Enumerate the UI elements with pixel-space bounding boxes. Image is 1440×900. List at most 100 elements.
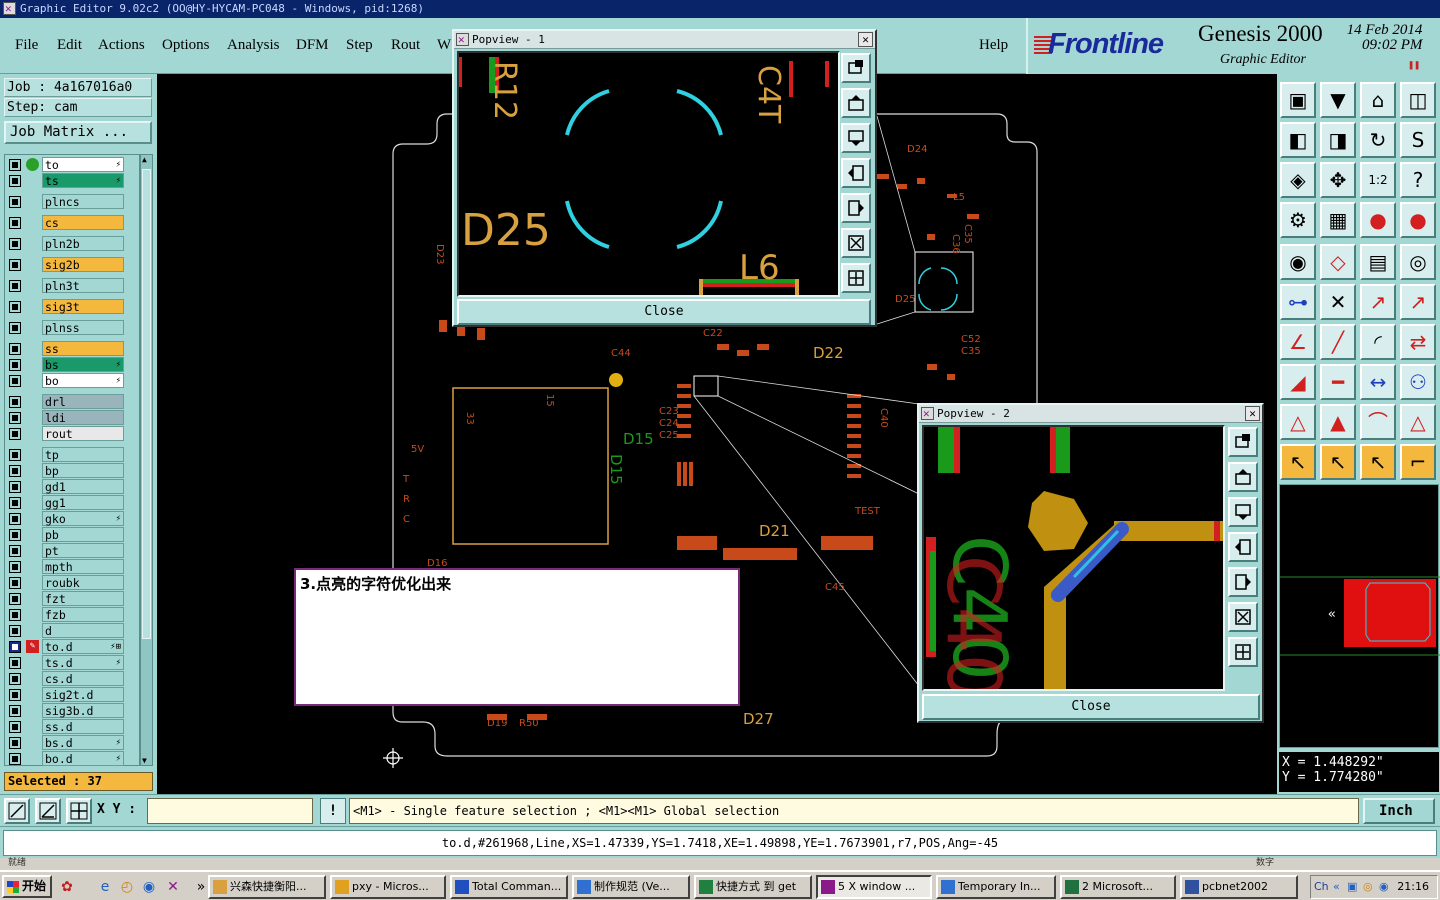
menu-window[interactable]: W: [437, 37, 451, 54]
select-pad-button[interactable]: ◎: [1400, 244, 1436, 280]
popview-pan-up-button[interactable]: [841, 88, 871, 118]
popview-pan-right-button[interactable]: [841, 193, 871, 223]
popview-zoom-fit-button[interactable]: [1228, 427, 1258, 457]
layer-row[interactable]: ts ⚡: [5, 173, 139, 188]
popview-zoom-in-button[interactable]: [841, 228, 871, 258]
layer-checkbox[interactable]: [9, 375, 21, 387]
layer-name[interactable]: plncs: [42, 194, 124, 209]
layer-row[interactable]: sig2t.d: [5, 687, 139, 702]
rotate-button[interactable]: ↗: [1400, 284, 1436, 320]
layer-name[interactable]: cs.d: [42, 671, 124, 686]
layer-name[interactable]: pb: [42, 527, 124, 542]
layer-name[interactable]: sig3b.d: [42, 703, 124, 718]
layer-checkbox[interactable]: [9, 753, 21, 765]
layer-name[interactable]: tp: [42, 447, 124, 462]
menu-dfm[interactable]: DFM: [296, 37, 329, 54]
menu-step[interactable]: Step: [346, 37, 373, 54]
bridge-button[interactable]: △: [1400, 404, 1436, 440]
scrollbar-thumb[interactable]: [142, 169, 151, 639]
layer-checkbox[interactable]: [9, 343, 21, 355]
line-mode-button[interactable]: ∠: [1280, 324, 1316, 360]
layer-checkbox[interactable]: [9, 196, 21, 208]
popview-pan-left-button[interactable]: [1228, 532, 1258, 562]
slash-button[interactable]: ╱: [1320, 324, 1356, 360]
layer-name[interactable]: pln2b: [42, 236, 124, 251]
layer-checkbox[interactable]: [9, 322, 21, 334]
layer-checkbox[interactable]: [9, 280, 21, 292]
ime-icon[interactable]: Ch: [1314, 876, 1329, 898]
pan-button[interactable]: ✥: [1320, 162, 1356, 198]
layer-row[interactable]: mpth: [5, 559, 139, 574]
ie-icon[interactable]: e: [96, 878, 114, 896]
close-icon[interactable]: ✕: [1245, 406, 1260, 421]
home-button[interactable]: ⌂: [1360, 82, 1396, 118]
layer-name[interactable]: sig2b: [42, 257, 124, 272]
layer-row[interactable]: bo ⚡: [5, 373, 139, 388]
layer-row[interactable]: ts.d ⚡: [5, 655, 139, 670]
layer-name[interactable]: to.d ⚡⊞: [42, 639, 124, 654]
gadget-icon[interactable]: ✿: [58, 878, 76, 896]
select-net-button[interactable]: ⊶: [1280, 284, 1316, 320]
layer-checkbox[interactable]: [9, 396, 21, 408]
xy-input[interactable]: [147, 798, 313, 824]
open-job-button[interactable]: ▣: [1280, 82, 1316, 118]
measure-button[interactable]: [35, 798, 61, 824]
popview-zoom-out-button[interactable]: [1228, 637, 1258, 667]
layer-row[interactable]: sig2b: [5, 257, 139, 272]
layer-checkbox[interactable]: [9, 481, 21, 493]
layer-name[interactable]: sig2t.d: [42, 687, 124, 702]
horizontal-button[interactable]: ━: [1320, 364, 1356, 400]
menu-options[interactable]: Options: [162, 37, 210, 54]
menu-help[interactable]: Help: [979, 37, 1008, 54]
layer-checkbox[interactable]: [9, 159, 21, 171]
layer-checkbox[interactable]: [9, 175, 21, 187]
layer-row[interactable]: plnss: [5, 320, 139, 335]
display-layers-button[interactable]: ●: [1360, 202, 1396, 238]
add-line-button[interactable]: ◇: [1320, 244, 1356, 280]
layer-name[interactable]: fzt: [42, 591, 124, 606]
layer-row[interactable]: ✎ to.d ⚡⊞: [5, 639, 139, 654]
layer-name[interactable]: gko ⚡: [42, 511, 124, 526]
scroll-down-icon[interactable]: ▼: [142, 756, 147, 765]
snap-grid-button[interactable]: [66, 798, 92, 824]
menu-file[interactable]: File: [15, 37, 38, 54]
taskbar-task[interactable]: 兴森快捷衡阳...: [208, 875, 326, 899]
angle-button[interactable]: △: [1280, 404, 1316, 440]
layer-checkbox[interactable]: [9, 259, 21, 271]
layer-name[interactable]: ldi: [42, 410, 124, 425]
layer-checkbox[interactable]: [9, 641, 21, 653]
popview-pan-down-button[interactable]: [841, 123, 871, 153]
layer-row[interactable]: fzb: [5, 607, 139, 622]
popview-2-titlebar[interactable]: Popview - 2 ✕: [919, 405, 1262, 423]
layer-row[interactable]: ss: [5, 341, 139, 356]
taskbar-task[interactable]: 2 Microsoft...: [1060, 875, 1176, 899]
layer-row[interactable]: cs: [5, 215, 139, 230]
unit-selector[interactable]: Inch: [1363, 798, 1435, 824]
layer-row[interactable]: ldi: [5, 410, 139, 425]
popview-2-view[interactable]: C40 C40: [922, 425, 1225, 691]
layer-row[interactable]: pb: [5, 527, 139, 542]
scale-1-2-button[interactable]: 1:2: [1360, 162, 1396, 198]
layer-name[interactable]: bs.d ⚡: [42, 735, 124, 750]
scroll-up-icon[interactable]: ▲: [142, 155, 147, 164]
taskbar-task[interactable]: pxy - Micros...: [330, 875, 446, 899]
zoom-home-button[interactable]: ◧: [1280, 122, 1316, 158]
layer-name[interactable]: ss: [42, 341, 124, 356]
zoom-in-button[interactable]: ◨: [1320, 122, 1356, 158]
layer-name[interactable]: bp: [42, 463, 124, 478]
snap-button[interactable]: ⌐: [1400, 444, 1436, 480]
layer-checkbox[interactable]: [9, 497, 21, 509]
popview-pan-down-button[interactable]: [1228, 497, 1258, 527]
pause-icon[interactable]: ❚❚: [1408, 60, 1420, 71]
mirror-button[interactable]: ⇄: [1400, 324, 1436, 360]
triangle-button[interactable]: ▲: [1320, 404, 1356, 440]
layer-row[interactable]: fzt: [5, 591, 139, 606]
popview-zoom-in-button[interactable]: [1228, 602, 1258, 632]
mini-map[interactable]: «: [1279, 484, 1440, 748]
taskbar-task[interactable]: 制作规范 (Ve...: [572, 875, 690, 899]
layer-checkbox[interactable]: [9, 465, 21, 477]
fit-view-button[interactable]: ◈: [1280, 162, 1316, 198]
network-icon[interactable]: ▣: [1347, 876, 1357, 898]
layer-row[interactable]: bs.d ⚡: [5, 735, 139, 750]
grid-button[interactable]: ▦: [1320, 202, 1356, 238]
